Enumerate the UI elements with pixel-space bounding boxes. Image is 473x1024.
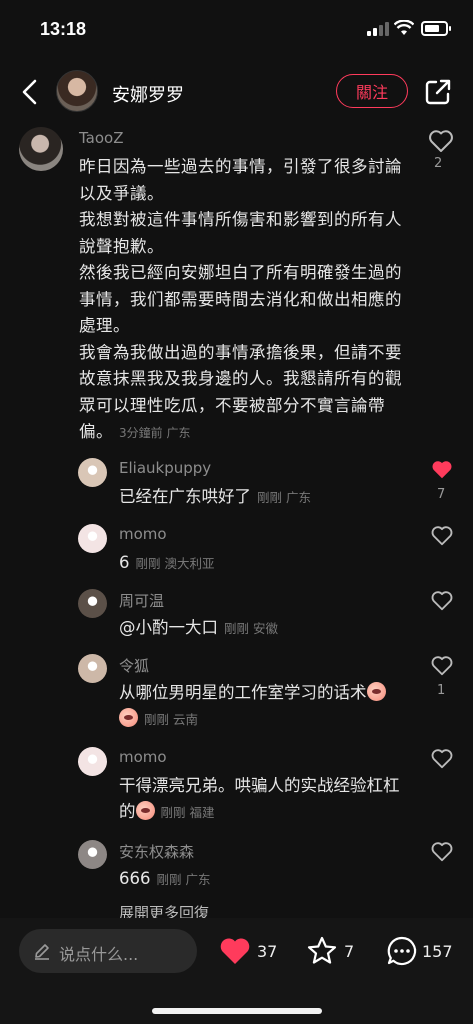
- status-time: 13:18: [40, 19, 87, 39]
- comment-meta: 3分鐘前 广东: [119, 426, 191, 440]
- battery-icon: [421, 21, 451, 36]
- like-count: 7: [437, 487, 446, 502]
- comment-username[interactable]: TaooZ: [79, 129, 124, 147]
- reply-text[interactable]: @小酌一大口 剛剛 安徽: [119, 615, 409, 642]
- back-icon[interactable]: [18, 78, 42, 106]
- status-bar: 13:18: [0, 0, 473, 60]
- reply-meta: 剛剛 广东: [257, 490, 311, 505]
- reply-meta: 剛剛 云南: [144, 712, 198, 727]
- heart-icon[interactable]: [430, 748, 454, 770]
- avatar[interactable]: [78, 458, 107, 487]
- reply-username[interactable]: 周可温: [119, 590, 164, 611]
- peach-emoji-icon: [135, 801, 155, 820]
- reply-meta: 剛剛 广东: [156, 872, 211, 887]
- cellular-signal-icon: [367, 22, 389, 36]
- reply-username[interactable]: Eliaukpuppy: [119, 459, 211, 477]
- reply-username[interactable]: momo: [119, 748, 167, 766]
- heart-icon[interactable]: [430, 841, 454, 863]
- share-icon[interactable]: [424, 78, 452, 106]
- like-count: 37: [257, 942, 278, 961]
- comment-count: 157: [422, 942, 453, 961]
- page-title[interactable]: 安娜罗罗: [112, 81, 184, 107]
- heart-icon[interactable]: [428, 129, 454, 153]
- follow-button[interactable]: 關注: [336, 74, 408, 108]
- reply-username[interactable]: 安东权森森: [119, 841, 194, 862]
- star-count: 7: [344, 942, 355, 961]
- reply-username[interactable]: momo: [119, 525, 167, 543]
- reply-body: 从哪位男明星的工作室学习的话术: [119, 683, 367, 702]
- reply-body: 666: [119, 869, 151, 888]
- like-count: 1: [437, 683, 446, 698]
- avatar[interactable]: [78, 840, 107, 869]
- wifi-icon: [394, 20, 414, 35]
- reply-username[interactable]: 令狐: [119, 655, 149, 676]
- heart-icon[interactable]: [219, 936, 251, 966]
- reply-body: 6: [119, 553, 130, 572]
- avatar[interactable]: [78, 747, 107, 776]
- avatar[interactable]: [78, 589, 107, 618]
- avatar[interactable]: [78, 654, 107, 683]
- heart-icon[interactable]: [430, 459, 454, 481]
- reply-body: @小酌一大口: [119, 618, 218, 637]
- reply-meta: 剛剛 安徽: [224, 621, 278, 636]
- avatar[interactable]: [78, 524, 107, 553]
- peach-emoji-icon: [366, 682, 386, 701]
- reply-text[interactable]: 干得漂亮兄弟。哄骗人的实战经验杠杠的 剛剛 福建: [119, 773, 409, 826]
- home-indicator: [152, 1008, 322, 1014]
- reply-meta: 剛剛 澳大利亚: [135, 556, 215, 571]
- peach-emoji-icon: [119, 708, 138, 727]
- heart-icon[interactable]: [430, 655, 454, 677]
- reply-meta: 剛剛 福建: [160, 805, 215, 820]
- avatar[interactable]: [19, 127, 63, 171]
- pencil-icon: [35, 944, 49, 960]
- comment-text[interactable]: 昨日因為一些過去的事情，引發了很多討論以及爭議。 我想對被這件事情所傷害和影響到的…: [79, 154, 415, 447]
- avatar[interactable]: [56, 70, 98, 112]
- comment-input-placeholder[interactable]: 说点什么...: [59, 941, 138, 965]
- reply-text[interactable]: 已经在广东哄好了 剛剛 广东: [119, 484, 409, 511]
- heart-icon[interactable]: [430, 525, 454, 547]
- comment-icon[interactable]: [386, 935, 418, 967]
- heart-icon[interactable]: [430, 590, 454, 612]
- comment-body: 昨日因為一些過去的事情，引發了很多討論以及爭議。 我想對被這件事情所傷害和影響到的…: [79, 157, 402, 441]
- like-count: 2: [434, 156, 443, 171]
- reply-text[interactable]: 从哪位男明星的工作室学习的话术剛剛 云南: [119, 680, 409, 733]
- reply-text[interactable]: 666 剛剛 广东: [119, 866, 409, 893]
- reply-body: 已经在广东哄好了: [119, 487, 251, 506]
- star-icon[interactable]: [306, 935, 338, 967]
- reply-text[interactable]: 6 剛剛 澳大利亚: [119, 550, 409, 577]
